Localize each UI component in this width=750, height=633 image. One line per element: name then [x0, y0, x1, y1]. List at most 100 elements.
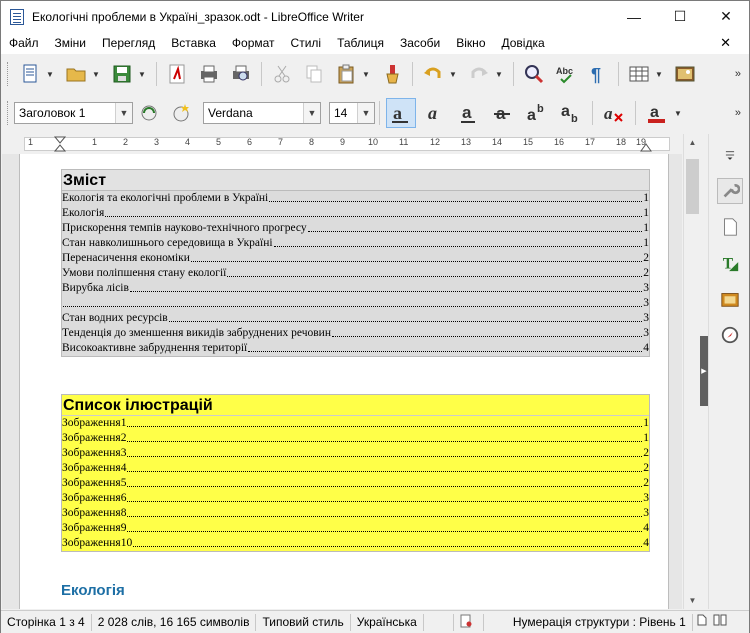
toc-entry[interactable]: Екологія та екологічні проблеми в Україн…: [62, 191, 649, 206]
language-status[interactable]: Українська: [351, 613, 424, 631]
open-dropdown-chevron-icon[interactable]: ▼: [92, 70, 102, 79]
sidebar-collapse-handle[interactable]: ▶: [700, 336, 708, 406]
print-preview-icon[interactable]: [227, 60, 255, 88]
toc-entry[interactable]: Прискорення темпів науково-технічного пр…: [62, 221, 649, 236]
close-button[interactable]: ✕: [703, 1, 749, 32]
new-style-icon[interactable]: [167, 99, 195, 127]
chevron-down-icon[interactable]: ▼: [357, 103, 374, 123]
menu-edit[interactable]: Зміни: [47, 36, 95, 50]
toolbar-grip[interactable]: [7, 101, 10, 125]
chevron-down-icon[interactable]: ▼: [303, 103, 320, 123]
update-style-icon[interactable]: [135, 99, 163, 127]
toolbar-overflow-chevron-icon[interactable]: »: [735, 107, 741, 119]
menu-format[interactable]: Формат: [224, 36, 283, 50]
maximize-button[interactable]: ☐: [657, 1, 703, 32]
table-dropdown-chevron-icon[interactable]: ▼: [655, 70, 665, 79]
properties-wrench-icon[interactable]: [717, 178, 743, 204]
undo-dropdown-chevron-icon[interactable]: ▼: [449, 70, 459, 79]
insert-mode-status[interactable]: [424, 613, 454, 631]
toc-entry[interactable]: Екологія 1: [62, 206, 649, 221]
toc-entry[interactable]: Вирубка лісів 3: [62, 281, 649, 296]
toc-entry[interactable]: Перенасичення економіки 2: [62, 251, 649, 266]
toc-entry[interactable]: Стан водних ресурсів 3: [62, 311, 649, 326]
paste-dropdown-chevron-icon[interactable]: ▼: [362, 70, 372, 79]
menu-table[interactable]: Таблиця: [329, 36, 392, 50]
toc-entry[interactable]: Умови поліпшення стану екології 2: [62, 266, 649, 281]
print-icon[interactable]: [195, 60, 223, 88]
font-color-icon[interactable]: a: [642, 98, 672, 128]
toc-entry[interactable]: Тенденція до зменшення викидів забруднен…: [62, 326, 649, 341]
page-count-status[interactable]: Сторінка 1 з 4: [1, 613, 92, 631]
copy-icon[interactable]: [300, 60, 328, 88]
navigator-compass-icon[interactable]: [717, 322, 743, 348]
right-indent-marker-icon[interactable]: [640, 143, 652, 152]
formatting-marks-icon[interactable]: ¶: [584, 60, 612, 88]
new-dropdown-chevron-icon[interactable]: ▼: [46, 70, 56, 79]
illustration-entry[interactable]: Зображення5 2: [62, 476, 649, 491]
menu-file[interactable]: Файл: [1, 36, 47, 50]
multi-page-view-icon[interactable]: [711, 614, 729, 631]
find-replace-icon[interactable]: [520, 60, 548, 88]
indent-marker-icon[interactable]: [54, 136, 66, 152]
document-area[interactable]: Зміст Екологія та екологічні проблеми в …: [2, 154, 682, 609]
single-page-view-icon[interactable]: [693, 614, 711, 631]
chevron-down-icon[interactable]: ▼: [115, 103, 132, 123]
paste-icon[interactable]: [332, 60, 360, 88]
scroll-down-arrow-icon[interactable]: ▼: [684, 592, 701, 609]
outline-level-status[interactable]: Нумерація структури : Рівень 1: [507, 613, 693, 631]
illustration-entry[interactable]: Зображення4 2: [62, 461, 649, 476]
illustration-entry[interactable]: Зображення6 3: [62, 491, 649, 506]
font-name-combo[interactable]: Verdana ▼: [203, 102, 321, 124]
scroll-up-arrow-icon[interactable]: ▲: [684, 134, 701, 151]
scrollbar-thumb[interactable]: [686, 159, 699, 214]
close-document-button[interactable]: ✕: [712, 35, 739, 51]
strikethrough-icon[interactable]: a: [488, 98, 518, 128]
undo-icon[interactable]: [419, 60, 447, 88]
redo-icon[interactable]: [465, 60, 493, 88]
underline-icon[interactable]: a: [454, 98, 484, 128]
toolbar-grip[interactable]: [7, 62, 10, 86]
table-of-contents[interactable]: Зміст Екологія та екологічні проблеми в …: [61, 169, 650, 357]
toc-entry[interactable]: Високоактивне забруднення території 4: [62, 341, 649, 356]
superscript-icon[interactable]: ab: [522, 98, 552, 128]
illustration-index[interactable]: Список ілюстрацій Зображення1 1 Зображенн…: [61, 394, 650, 552]
open-folder-icon[interactable]: [62, 60, 90, 88]
menu-view[interactable]: Перегляд: [94, 36, 163, 50]
insert-image-icon[interactable]: [671, 60, 699, 88]
gallery-icon[interactable]: [717, 286, 743, 312]
menu-styles[interactable]: Стилі: [283, 36, 330, 50]
spelling-icon[interactable]: Abc: [552, 60, 580, 88]
font-color-dropdown-chevron-icon[interactable]: ▼: [674, 109, 684, 118]
illustration-entry[interactable]: Зображення2 1: [62, 431, 649, 446]
styles-icon[interactable]: T: [717, 250, 743, 276]
italic-icon[interactable]: a: [420, 98, 450, 128]
menu-tools[interactable]: Засоби: [392, 36, 448, 50]
word-count-status[interactable]: 2 028 слів, 16 165 символів: [92, 613, 257, 631]
font-size-combo[interactable]: 14 ▼: [329, 102, 375, 124]
illustration-entry[interactable]: Зображення8 3: [62, 506, 649, 521]
new-document-icon[interactable]: [16, 60, 44, 88]
cut-icon[interactable]: [268, 60, 296, 88]
illustration-entry[interactable]: Зображення3 2: [62, 446, 649, 461]
clone-formatting-icon[interactable]: [378, 60, 406, 88]
page-icon[interactable]: [717, 214, 743, 240]
clear-formatting-icon[interactable]: a: [599, 98, 629, 128]
paragraph-style-combo[interactable]: Заголовок 1 ▼: [14, 102, 133, 124]
illustration-entry[interactable]: Зображення1 1: [62, 416, 649, 431]
toc-entry[interactable]: 3: [62, 296, 649, 311]
toolbar-overflow-chevron-icon[interactable]: »: [735, 68, 741, 80]
menu-window[interactable]: Вікно: [448, 36, 493, 50]
insert-table-icon[interactable]: [625, 60, 653, 88]
minimize-button[interactable]: —: [611, 1, 657, 32]
save-dropdown-chevron-icon[interactable]: ▼: [138, 70, 148, 79]
vertical-scrollbar[interactable]: ▲ ▼: [683, 134, 700, 609]
redo-dropdown-chevron-icon[interactable]: ▼: [495, 70, 505, 79]
page-style-status[interactable]: Типовий стиль: [256, 613, 351, 631]
illustration-entry[interactable]: Зображення9 4: [62, 521, 649, 536]
illustration-entry[interactable]: Зображення10 4: [62, 536, 649, 551]
menu-help[interactable]: Довідка: [494, 36, 553, 50]
save-icon[interactable]: [108, 60, 136, 88]
page[interactable]: Зміст Екологія та екологічні проблеми в …: [19, 154, 669, 609]
menu-insert[interactable]: Вставка: [163, 36, 224, 50]
horizontal-ruler[interactable]: 1 1 2 3 4 5 6 7 8 9 10 11 12 13 14 15 16…: [2, 134, 682, 154]
